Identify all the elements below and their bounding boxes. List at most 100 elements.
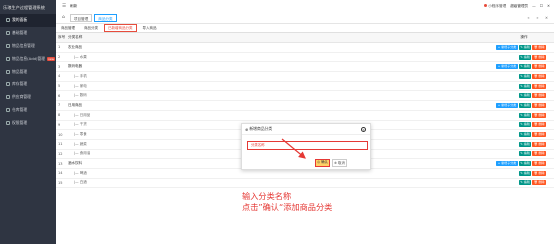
edit-button[interactable]: ✎ 编辑 — [518, 151, 532, 157]
subtab[interactable]: 商品管理 — [58, 24, 78, 33]
delete-button[interactable]: 🗑 删除 — [532, 64, 546, 70]
row-no: 2 — [58, 55, 61, 60]
delete-button[interactable]: 🗑 删除 — [532, 180, 546, 186]
row-no: 12 — [58, 151, 63, 156]
sidebar-item[interactable]: 基础管理 — [0, 27, 56, 40]
app-title: 乐琅生产过程管理系统 — [3, 5, 45, 10]
sidebar-item[interactable]: 供应商管理 — [0, 91, 56, 104]
edit-button[interactable]: ✎ 编辑 — [518, 161, 532, 167]
row-actions: + 新增子分类 ✎ 编辑 🗑 删除 — [494, 102, 554, 108]
category-name-input[interactable]: 分类名称 — [247, 141, 368, 150]
refresh-button[interactable]: 刷新 — [70, 4, 77, 9]
row-no: 7 — [58, 103, 61, 108]
delete-button[interactable]: 🗑 删除 — [532, 122, 546, 128]
sidebar-item[interactable]: 仓库管理 — [0, 104, 56, 117]
page-tab[interactable]: 商品分类 — [94, 13, 117, 22]
delete-button[interactable]: 🗑 删除 — [532, 132, 546, 138]
row-no: 10 — [58, 132, 63, 137]
header-name: 分类名称 — [68, 35, 83, 39]
delete-button[interactable]: 🗑 删除 — [532, 44, 546, 50]
edit-button[interactable]: ✎ 编辑 — [518, 112, 532, 118]
sidebar-item[interactable]: 权限管理 — [0, 116, 56, 129]
edit-button[interactable]: ✎ 编辑 — [518, 122, 532, 128]
category-name: 数码电器 — [68, 64, 82, 69]
edit-button[interactable]: ✎ 编辑 — [518, 141, 532, 147]
edit-button[interactable]: ✎ 编辑 — [518, 180, 532, 186]
edit-button[interactable]: ✎ 编辑 — [518, 64, 532, 70]
add-subcategory-button[interactable]: + 新增子分类 — [496, 161, 518, 167]
delete-button[interactable]: 🗑 删除 — [532, 93, 546, 99]
row-actions: ✎ 编辑 🗑 删除 — [494, 170, 554, 176]
login-record[interactable]: 小程序管理 — [484, 3, 506, 9]
edit-button[interactable]: ✎ 编辑 — [518, 93, 532, 99]
tab-control-icon[interactable]: » — [534, 16, 541, 20]
table-row: 3 数码电器 + 新增子分类 ✎ 编辑 🗑 删除 — [56, 62, 554, 73]
tab-control-icon[interactable]: ✕ — [543, 16, 550, 20]
edit-button[interactable]: ✎ 编辑 — [518, 132, 532, 138]
modal-close-icon[interactable]: ✕ — [361, 127, 366, 132]
sidebar-item-label: 权限管理 — [12, 119, 28, 125]
restore-icon[interactable]: ☐ — [540, 4, 543, 8]
menu-icon — [6, 82, 10, 87]
sidebar-item-label: 仓库管理 — [12, 106, 28, 112]
delete-button[interactable]: 🗑 删除 — [532, 73, 546, 79]
row-actions: ✎ 编辑 🗑 删除 — [494, 132, 554, 138]
menu-collapse-icon[interactable]: ☰ — [62, 4, 66, 9]
delete-button[interactable]: 🗑 删除 — [532, 83, 546, 89]
row-no: 9 — [58, 122, 61, 127]
delete-button[interactable]: 🗑 删除 — [532, 170, 546, 176]
edit-button[interactable]: ✎ 编辑 — [518, 44, 532, 50]
topbar: ☰ 刷新 小程序管理 超级管理员 — ☐ ✕ — [56, 0, 554, 12]
new-badge: new — [47, 56, 55, 61]
delete-button[interactable]: 🗑 删除 — [532, 161, 546, 167]
topbar-right: 小程序管理 超级管理员 — ☐ ✕ — [484, 0, 550, 12]
confirm-button[interactable]: ◎ 确认 — [315, 159, 330, 167]
tab-control-icon[interactable]: « — [525, 16, 532, 20]
delete-button[interactable]: 🗑 删除 — [532, 102, 546, 108]
subtab[interactable]: 商品分类 — [81, 24, 101, 33]
subtab[interactable]: 已新增商品分类 — [104, 24, 137, 32]
menu-icon — [6, 18, 10, 23]
row-actions: ✎ 编辑 🗑 删除 — [494, 122, 554, 128]
row-actions: ✎ 编辑 🗑 删除 — [494, 112, 554, 118]
table-row: 6 |— 数码 ✎ 编辑 🗑 删除 — [56, 91, 554, 102]
row-actions: ✎ 编辑 🗑 删除 — [494, 54, 554, 60]
edit-button[interactable]: ✎ 编辑 — [518, 83, 532, 89]
row-no: 14 — [58, 171, 63, 176]
modal-title: 新增商品分类 — [249, 126, 273, 131]
add-subcategory-button[interactable]: + 新增子分类 — [496, 102, 518, 108]
edit-button[interactable]: ✎ 编辑 — [518, 54, 532, 60]
home-icon[interactable]: ⌂ — [62, 15, 65, 20]
row-actions: + 新增子分类 ✎ 编辑 🗑 删除 — [494, 64, 554, 70]
row-no: 3 — [58, 64, 61, 69]
close-icon[interactable]: ✕ — [547, 4, 550, 8]
annotation-line-1: 输入分类名称 — [242, 191, 292, 201]
page-tab[interactable]: 项目管理 — [69, 13, 93, 22]
category-name: |— 数码 — [74, 93, 87, 98]
row-actions: ✎ 编辑 🗑 删除 — [494, 73, 554, 79]
cancel-button[interactable]: ⊗ 取消 — [332, 159, 347, 167]
category-name: |— 啤酒 — [74, 170, 87, 175]
delete-button[interactable]: 🗑 删除 — [532, 54, 546, 60]
add-subcategory-button[interactable]: + 新增子分类 — [496, 44, 518, 50]
tabbar: ⌂ 项目管理 商品分类 «» ✕ — [56, 12, 554, 24]
delete-button[interactable]: 🗑 删除 — [532, 141, 546, 147]
edit-button[interactable]: ✎ 编辑 — [518, 170, 532, 176]
edit-button[interactable]: ✎ 编辑 — [518, 73, 532, 79]
user-menu[interactable]: 超级管理员 — [510, 4, 528, 9]
row-actions: + 新增子分类 ✎ 编辑 🗑 删除 — [494, 161, 554, 167]
category-name: 日用商品 — [68, 102, 82, 107]
sidebar-item[interactable]: 我的面板 — [0, 14, 56, 27]
category-name: |— 日用品 — [74, 112, 91, 117]
add-subcategory-button[interactable]: + 新增子分类 — [496, 64, 518, 70]
sidebar-item[interactable]: 物品信息管理 — [0, 40, 56, 53]
delete-button[interactable]: 🗑 删除 — [532, 112, 546, 118]
delete-button[interactable]: 🗑 删除 — [532, 151, 546, 157]
edit-button[interactable]: ✎ 编辑 — [518, 102, 532, 108]
sidebar-item[interactable]: 物品管理 — [0, 65, 56, 78]
sidebar-item[interactable]: 库存管理 — [0, 78, 56, 91]
minimize-icon[interactable]: — — [532, 4, 536, 8]
subtab[interactable]: 导入商品 — [140, 24, 160, 33]
category-name: 农业商品 — [68, 44, 82, 49]
sidebar-item[interactable]: 物品信息(Add)管理 new — [0, 52, 56, 65]
